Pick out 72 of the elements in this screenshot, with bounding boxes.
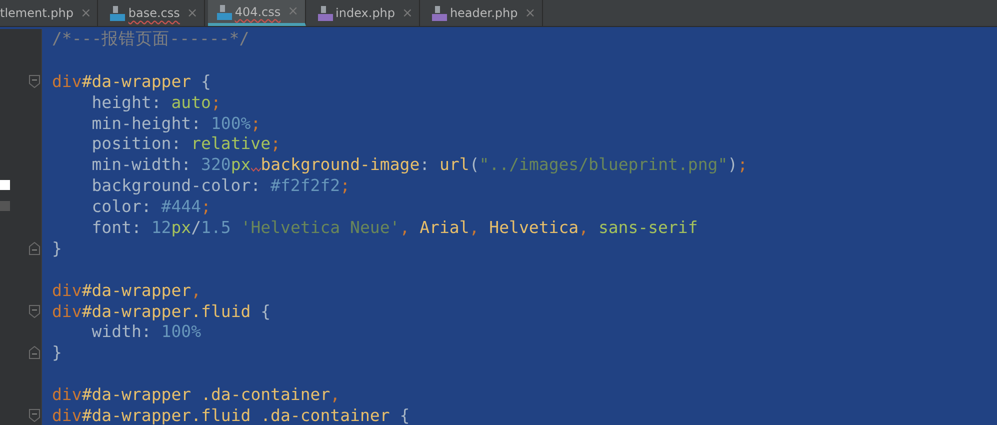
selector-tag: div <box>52 280 82 300</box>
code-text: font: <box>90 218 142 237</box>
code-text: { <box>200 72 211 91</box>
punctuation: , <box>400 218 411 237</box>
punctuation: ; <box>340 176 350 196</box>
fold-icon[interactable] <box>29 346 40 360</box>
selector-text: Helvetica <box>489 218 579 237</box>
punctuation: ; <box>201 197 211 216</box>
selector-text: background-image <box>260 155 420 174</box>
punctuation: ; <box>738 155 748 174</box>
code-text: color: <box>90 197 152 216</box>
code-text: position: <box>90 134 182 154</box>
punctuation: , <box>469 218 480 237</box>
number-value: #444 <box>161 197 202 216</box>
selector-text: Arial <box>420 218 470 237</box>
code-text: min-width: <box>90 155 192 174</box>
punctuation: , <box>330 385 340 404</box>
code-text: { <box>260 302 271 321</box>
code-comment: /*---报错页面------*/ <box>52 28 250 50</box>
selector-text: #da-wrapper <box>82 280 192 300</box>
number-value: 320 <box>201 155 231 174</box>
fold-icon[interactable] <box>29 74 40 88</box>
number-value: 12 <box>151 218 172 237</box>
string-value: 'Helvetica Neue' <box>240 218 400 237</box>
selector-text: #da-wrapper.fluid <box>82 302 251 321</box>
selector-text: #da-wrapper.fluid .da-container <box>82 406 390 425</box>
number-value: 100% <box>161 322 202 342</box>
value-keyword: relative <box>191 134 271 154</box>
selector-tag: div <box>52 406 82 425</box>
punctuation: ; <box>250 114 261 132</box>
punctuation: ; <box>270 134 280 154</box>
string-value: "../images/blueprint.png" <box>479 155 728 174</box>
selector-tag: div <box>52 385 82 404</box>
code-text: ( <box>469 155 480 174</box>
close-icon[interactable]: × <box>524 6 536 20</box>
value-keyword: auto <box>171 92 211 112</box>
code-text: } <box>52 238 62 258</box>
code-text: height: <box>90 92 162 112</box>
punctuation: ; <box>210 92 221 112</box>
selector-tag: div <box>52 302 82 321</box>
code-text: } <box>52 343 62 362</box>
php-file-icon <box>430 5 447 21</box>
code-text: : <box>420 155 431 174</box>
number-value: 1.5 <box>201 218 232 237</box>
fold-icon[interactable] <box>29 409 40 422</box>
code-text: width: <box>90 322 152 342</box>
fold-icon[interactable] <box>29 242 40 255</box>
code-text: / <box>191 218 202 237</box>
punctuation: , <box>191 280 202 300</box>
code-text: min-height: <box>90 114 202 132</box>
close-icon[interactable]: × <box>186 6 198 20</box>
selector-tag: div <box>52 72 82 91</box>
selector-text: #da-wrapper .da-container <box>82 385 330 404</box>
selector-text: url <box>440 155 470 174</box>
value-keyword: px <box>230 155 251 174</box>
php-file-icon <box>316 5 333 21</box>
number-value: #f2f2f2 <box>270 176 340 196</box>
css-file-icon <box>216 4 232 20</box>
selector-text: #da-wrapper <box>82 72 192 91</box>
close-icon[interactable]: × <box>402 6 413 20</box>
fold-icon[interactable] <box>29 304 40 318</box>
css-file-icon <box>109 5 126 21</box>
editor-tab[interactable]: 404.css × <box>208 0 306 26</box>
value-keyword: px <box>171 218 192 237</box>
value-keyword: sans-serif <box>598 218 698 237</box>
editor-tab[interactable]: tlement.php × <box>0 0 98 26</box>
code-text: background-color: <box>90 176 262 196</box>
number-value: 100% <box>210 114 251 132</box>
close-icon[interactable]: × <box>80 6 92 20</box>
punctuation: , <box>578 218 590 237</box>
code-text: ) <box>728 155 738 174</box>
code-text: { <box>398 406 410 425</box>
